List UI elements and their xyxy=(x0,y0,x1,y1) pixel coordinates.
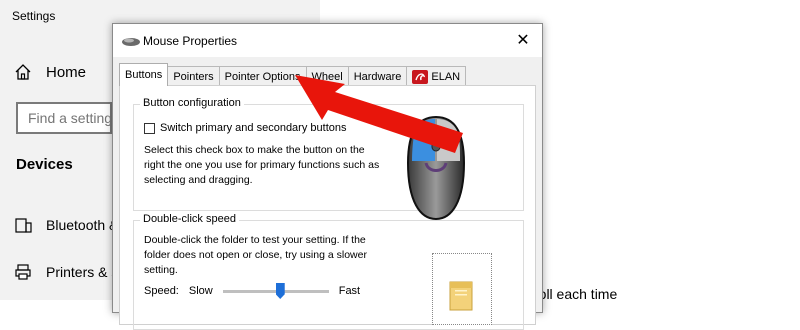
search-input[interactable] xyxy=(18,104,110,132)
tab-hardware[interactable]: Hardware xyxy=(347,66,408,86)
button-config-description: Select this check box to make the button… xyxy=(144,144,380,186)
speed-label: Speed: xyxy=(144,285,179,297)
buttons-tab-panel: Button configuration Switch primary and … xyxy=(119,85,536,330)
double-click-speed-slider[interactable] xyxy=(222,283,329,299)
tab-elan[interactable]: ELAN xyxy=(406,66,467,86)
section-title: Devices xyxy=(16,156,73,173)
tab-pointers[interactable]: Pointers xyxy=(167,66,220,86)
tab-label: ELAN xyxy=(431,70,461,83)
fast-label: Fast xyxy=(338,285,361,297)
slider-thumb[interactable] xyxy=(275,283,285,299)
tab-label: Wheel xyxy=(311,70,343,83)
settings-search-box[interactable] xyxy=(16,102,112,134)
tab-label: Hardware xyxy=(353,70,402,83)
tab-wheel[interactable]: Wheel xyxy=(305,66,349,86)
mouse-app-icon xyxy=(122,38,140,46)
tab-label: Pointers xyxy=(173,70,214,83)
tab-pointer-options[interactable]: Pointer Options xyxy=(218,66,307,86)
elan-logo-icon xyxy=(412,69,429,84)
folder-icon[interactable] xyxy=(447,280,475,312)
tab-strip: Buttons Pointers Pointer Options Wheel H… xyxy=(119,63,467,86)
tab-label: Pointer Options xyxy=(224,70,301,83)
group-label: Button configuration xyxy=(140,97,244,109)
slow-label: Slow xyxy=(188,285,213,297)
settings-title: Settings xyxy=(12,9,56,23)
close-icon: ✕ xyxy=(516,32,530,49)
tab-label: Buttons xyxy=(125,69,163,81)
switch-buttons-checkbox-row[interactable]: Switch primary and secondary buttons xyxy=(144,122,346,134)
speed-row: Speed: Slow Fast xyxy=(144,283,360,299)
checkbox-label: Switch primary and secondary buttons xyxy=(160,122,347,134)
switch-buttons-checkbox[interactable] xyxy=(144,122,155,134)
mouse-illustration xyxy=(406,115,466,221)
group-label: Double-click speed xyxy=(140,213,239,225)
dialog-title: Mouse Properties xyxy=(143,34,238,48)
home-icon xyxy=(15,64,31,80)
devices-icon xyxy=(15,218,32,233)
printer-icon xyxy=(15,264,31,280)
test-folder-area[interactable] xyxy=(432,253,492,325)
close-button[interactable]: ✕ xyxy=(512,29,534,51)
double-click-speed-group: Double-click speed Double-click the fold… xyxy=(133,213,524,330)
dialog-titlebar[interactable]: Mouse Properties ✕ xyxy=(113,24,542,57)
nav-home[interactable]: Home xyxy=(14,63,86,81)
mouse-properties-dialog: Mouse Properties ✕ Buttons Pointers Poin… xyxy=(112,23,543,330)
nav-home-label: Home xyxy=(46,63,87,81)
tab-buttons[interactable]: Buttons xyxy=(119,63,169,86)
double-click-description: Double-click the folder to test your set… xyxy=(144,234,367,276)
